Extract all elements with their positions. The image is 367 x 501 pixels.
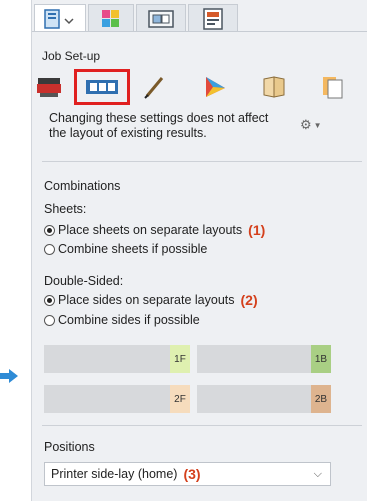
tab-layout[interactable] [136,4,186,32]
section-title: Job Set-up [42,49,101,63]
radio-button[interactable] [44,294,55,306]
side-1f: 1F [44,345,190,373]
tool-pen[interactable] [140,73,170,101]
radio-label: Combine sheets if possible [58,242,208,256]
side-tag: 1B [311,345,331,373]
radio-label: Place sheets on separate layouts [58,223,243,237]
tool-booklet[interactable] [260,73,290,101]
callout-label: (2) [240,292,258,308]
arrow-right-icon [0,369,18,383]
chevron-down-icon: ⌵ [313,468,322,480]
tool-color-management[interactable] [200,73,230,101]
sheet-layout-icon [86,80,118,94]
positions-heading: Positions [44,440,95,454]
side-1b: 1B [197,345,331,373]
print-queue-icon [203,7,223,30]
side-tag: 1F [170,345,190,373]
sheets-label: Sheets: [44,202,87,216]
info-text: Changing these settings does not affect … [49,111,269,140]
side-tag: 2F [170,385,190,413]
divider [42,425,362,426]
color-palette-icon [102,9,119,27]
layout-icon [148,9,174,28]
pen-icon [144,77,164,99]
divider [42,161,362,162]
tool-sheet-layout[interactable] [74,69,130,105]
tool-pages[interactable] [318,73,348,101]
gear-icon: ⚙ [300,117,312,132]
radio-label: Place sides on separate layouts [58,293,235,307]
document-settings-icon [44,8,74,29]
printer-icon [37,78,61,97]
options-menu[interactable]: ⚙ ▼ [300,117,330,133]
tab-print-queue[interactable] [188,4,238,32]
radio-place-sides-separate[interactable]: Place sides on separate layouts (2) [44,292,258,308]
combinations-heading: Combinations [44,179,121,193]
side-2b: 2B [197,385,331,413]
chevron-down-icon: ▼ [313,120,322,130]
positions-select[interactable]: Printer side-lay (home) (3) ⌵ [44,462,331,486]
toolbar [32,69,367,105]
radio-combine-sides[interactable]: Combine sides if possible [44,312,200,328]
booklet-icon [263,76,285,98]
tab-color[interactable] [88,4,134,32]
top-tab-bar [32,0,367,34]
tool-printer[interactable] [34,73,64,101]
positions-select-value: Printer side-lay (home) [51,467,178,481]
double-sided-label: Double-Sided: [44,274,124,288]
callout-label: (1) [248,222,266,238]
pages-icon [323,77,343,99]
radio-button[interactable] [44,224,55,236]
radio-button[interactable] [44,314,55,326]
radio-label: Combine sides if possible [58,313,200,327]
color-triangle-icon [206,77,225,97]
tab-bar-divider [32,31,367,32]
job-setup-panel: Job Set-up Changing these settings does … [31,0,367,501]
radio-place-sheets-separate[interactable]: Place sheets on separate layouts (1) [44,222,265,238]
radio-button[interactable] [44,243,55,255]
callout-label: (3) [183,466,201,482]
side-2f: 2F [44,385,190,413]
tab-document-settings[interactable] [34,4,86,32]
radio-combine-sheets[interactable]: Combine sheets if possible [44,241,207,257]
side-tag: 2B [311,385,331,413]
